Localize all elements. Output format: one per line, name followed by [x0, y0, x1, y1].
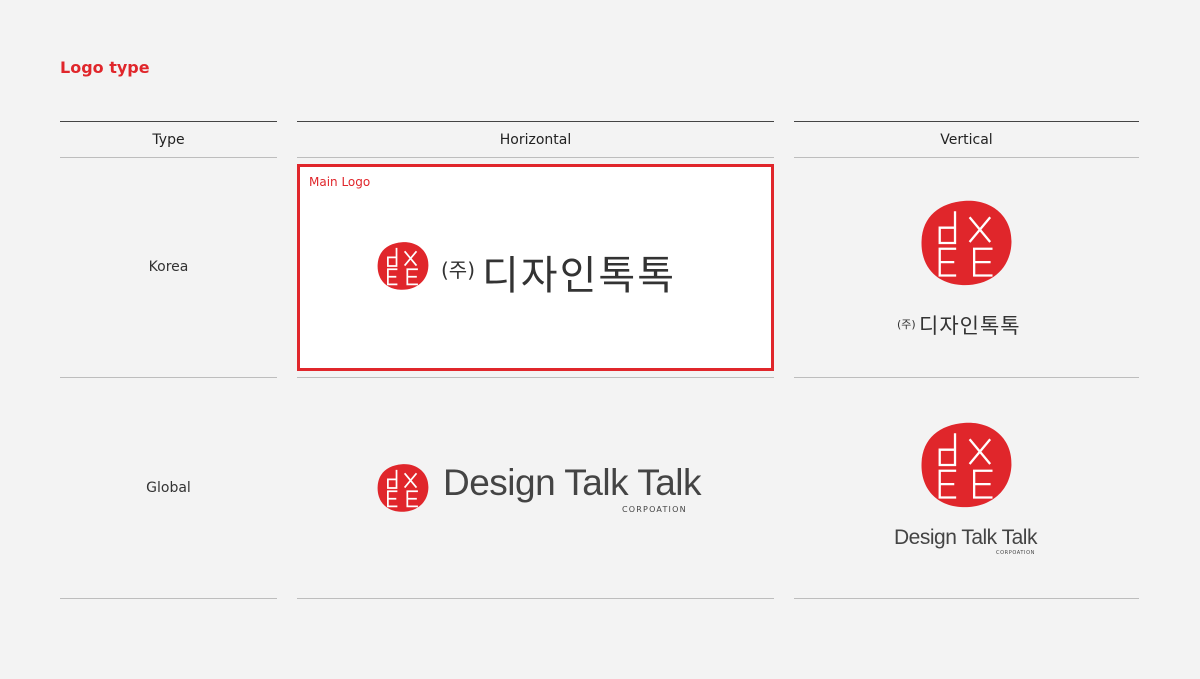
column-header-type: Type [60, 121, 277, 158]
english-vertical-emblem [918, 421, 1015, 513]
korean-name-horizontal: 디자인톡톡 [482, 253, 676, 299]
corp-text-vertical: CORPOATION [996, 550, 1036, 556]
corp-text-horizontal: CORPOATION [622, 505, 687, 514]
korean-prefix-horizontal: (주) [441, 258, 476, 282]
korean-horizontal-logo [376, 241, 430, 295]
english-name-vertical: Design Talk Talk [894, 526, 1037, 549]
main-logo-tag: Main Logo [309, 175, 371, 189]
row-global-type-cell: Global [60, 378, 277, 599]
column-header-vertical: Vertical [794, 121, 1139, 158]
english-name-horizontal: Design Talk Talk [443, 462, 702, 503]
dxee-emblem-icon [921, 200, 1012, 286]
column-header-horizontal: Horizontal [297, 121, 774, 158]
dxee-emblem-icon [921, 422, 1012, 508]
section-title: Logo type [60, 58, 150, 77]
row-korea-type-cell: Korea [60, 157, 277, 378]
row-label-global: Global [146, 480, 191, 496]
korean-name-vertical: 디자인톡톡 [919, 314, 1021, 338]
english-horizontal-logo [376, 463, 430, 517]
korean-vertical-emblem [918, 199, 1015, 291]
dxee-emblem-icon [377, 242, 429, 290]
row-label-korea: Korea [148, 259, 189, 275]
korean-prefix-vertical: (주) [897, 318, 916, 331]
dxee-emblem-icon [377, 464, 429, 512]
